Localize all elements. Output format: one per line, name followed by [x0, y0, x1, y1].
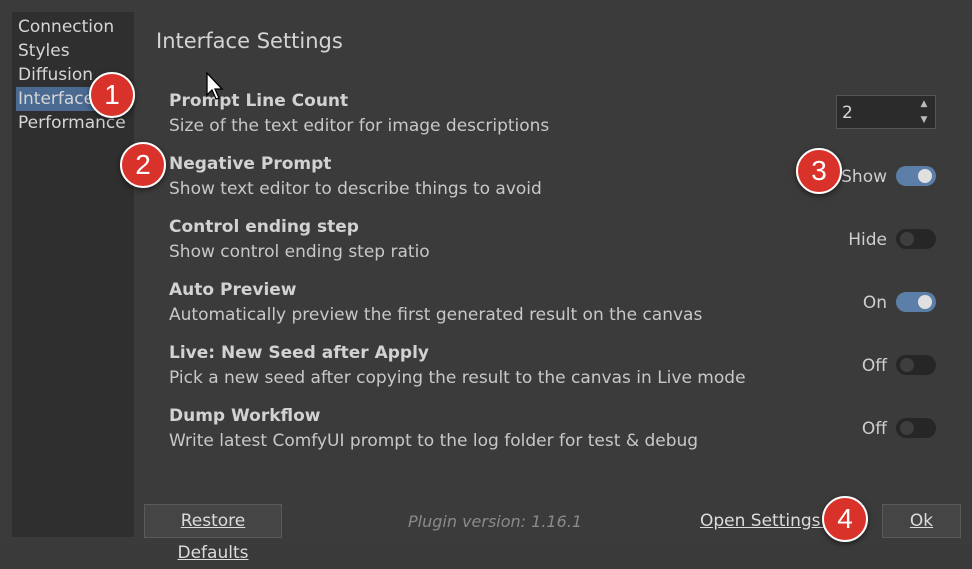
sidebar-item-connection[interactable]: Connection	[16, 15, 114, 39]
chevron-down-icon[interactable]: ▼	[913, 112, 935, 128]
annotation-badge-3: 3	[796, 148, 842, 194]
spinbox-value[interactable]: 2	[842, 103, 853, 123]
live-new-seed-toggle[interactable]	[896, 355, 936, 375]
setting-description: Write latest ComfyUI prompt to the log f…	[169, 431, 699, 451]
page-title: Interface Settings	[156, 29, 343, 53]
setting-description: Pick a new seed after copying the result…	[169, 368, 746, 388]
toggle-knob	[918, 169, 932, 183]
live-new-seed-state-label: Off	[861, 356, 887, 376]
setting-description: Show text editor to describe things to a…	[169, 179, 542, 199]
dump-workflow-state-label: Off	[861, 419, 887, 439]
spinbox-buttons: ▲ ▼	[913, 96, 935, 128]
setting-title: Prompt Line Count	[169, 91, 349, 111]
ok-label: Ok	[909, 511, 934, 531]
setting-description: Show control ending step ratio	[169, 242, 430, 262]
negative-prompt-toggle[interactable]	[896, 166, 936, 186]
setting-title: Control ending step	[169, 217, 359, 237]
setting-title: Auto Preview	[169, 280, 297, 300]
restore-defaults-label: Restore Defaults	[177, 511, 249, 563]
prompt-line-count-spinbox[interactable]: 2 ▲ ▼	[836, 95, 936, 129]
control-ending-step-state-label: Hide	[848, 230, 887, 250]
setting-title: Dump Workflow	[169, 406, 321, 426]
setting-row-prompt-line-count: Prompt Line Count Size of the text edito…	[169, 91, 949, 147]
toggle-knob	[918, 295, 932, 309]
chevron-up-icon[interactable]: ▲	[913, 96, 935, 112]
sidebar-item-diffusion[interactable]: Diffusion	[16, 63, 93, 87]
annotation-badge-1: 1	[89, 72, 135, 118]
sidebar-item-styles[interactable]: Styles	[16, 39, 70, 63]
annotation-badge-4: 4	[822, 496, 868, 542]
mouse-cursor-icon	[206, 72, 224, 100]
toggle-knob	[900, 232, 914, 246]
control-ending-step-toggle[interactable]	[896, 229, 936, 249]
auto-preview-state-label: On	[862, 293, 887, 313]
dump-workflow-toggle[interactable]	[896, 418, 936, 438]
toggle-knob	[900, 358, 914, 372]
plugin-version: Plugin version: 1.16.1	[408, 512, 583, 531]
setting-title: Live: New Seed after Apply	[169, 343, 429, 363]
annotation-badge-2: 2	[120, 142, 166, 188]
settings-dialog: Connection Styles Diffusion Interface Pe…	[0, 0, 972, 563]
toggle-knob	[900, 421, 914, 435]
setting-description: Automatically preview the first generate…	[169, 305, 703, 325]
ok-button[interactable]: Ok	[882, 504, 961, 538]
open-settings-link[interactable]: Open Settings f	[700, 511, 832, 531]
auto-preview-toggle[interactable]	[896, 292, 936, 312]
restore-defaults-button[interactable]: Restore Defaults	[144, 504, 282, 563]
setting-title: Negative Prompt	[169, 154, 332, 174]
setting-description: Size of the text editor for image descri…	[169, 116, 550, 136]
